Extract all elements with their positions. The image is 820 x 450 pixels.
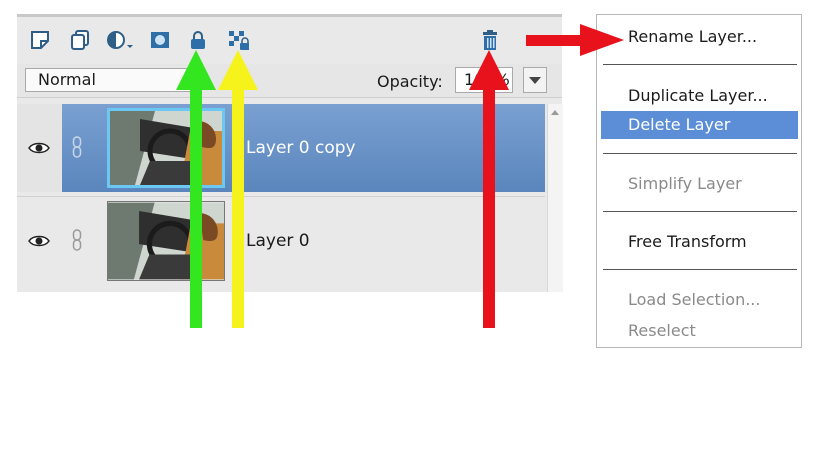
annotation-arrows (176, 24, 624, 328)
green-arrow (176, 50, 216, 328)
red-arrow-right (526, 24, 624, 56)
yellow-arrow (218, 50, 258, 328)
red-arrow-up (469, 50, 509, 328)
